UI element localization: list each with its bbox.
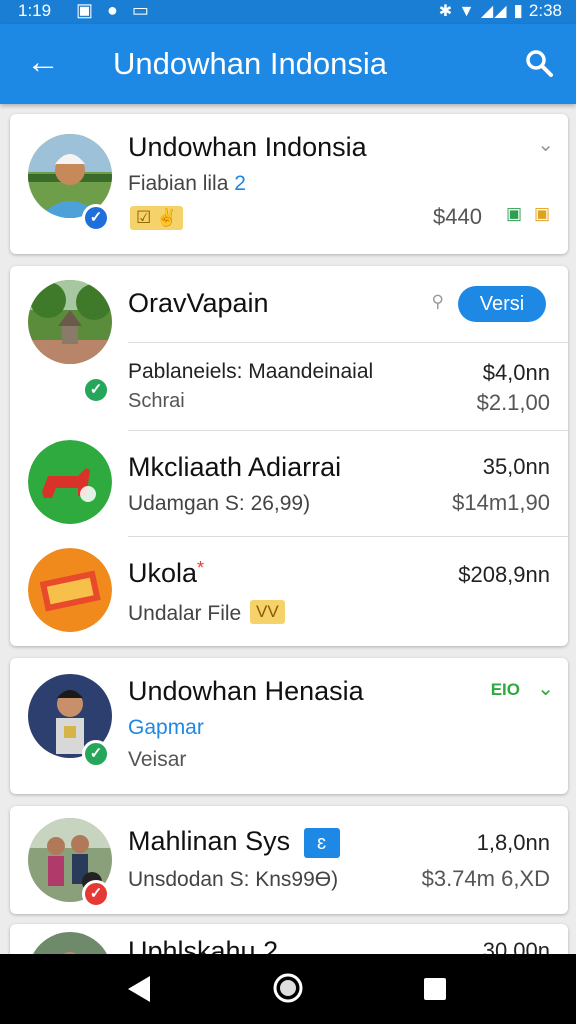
item-subtitle: Fiabian lila 2 (128, 172, 246, 195)
item-subtitle-2: Schrai (128, 390, 185, 412)
avatar (28, 548, 112, 632)
page-title: Undowhan Indonsia (113, 46, 388, 81)
home-circle-icon[interactable] (272, 972, 304, 1004)
recents-square-icon[interactable] (422, 976, 448, 1002)
status-right-time: 2:38 (528, 1, 562, 20)
verified-badge-icon: ✓ (82, 740, 110, 768)
status-time: 1:19 (18, 1, 52, 20)
item-subtitle: Unsdodan S: Kns99Ɵ) (128, 868, 339, 891)
item-subtitle-2: Veisar (128, 748, 187, 771)
back-triangle-icon[interactable] (126, 974, 152, 1004)
avatar (28, 280, 112, 364)
divider (128, 536, 568, 537)
item-price: 35,0nn (482, 454, 550, 479)
item-name: Ukola* (128, 558, 205, 588)
alert-badge-icon: ✓ (82, 880, 110, 908)
verified-badge-icon: ✓ (82, 376, 110, 404)
tag-chip-icon: ☑ ✌ (130, 206, 184, 230)
chevron-down-icon[interactable]: ⌄ (537, 132, 554, 157)
verified-badge-icon: ✓ (82, 204, 110, 232)
divider (128, 430, 568, 431)
chevron-down-icon[interactable]: ⌄ (537, 676, 554, 701)
item-subtitle: Undalar File (128, 602, 242, 625)
item-name: OravVapain (128, 288, 269, 318)
wallet-icon: ▣ (533, 204, 550, 223)
tag-icon: ɛ (303, 827, 340, 858)
item-price: $208,9nn (458, 562, 550, 587)
item-price: $4,0nn (482, 360, 550, 385)
item-name: Undowhan Indonsia (128, 132, 367, 162)
item-subtitle: Gapmar (128, 716, 204, 739)
versi-button[interactable]: Versi (458, 286, 546, 322)
item-subtitle: Udamgan S: 26,99) (128, 492, 311, 515)
item-price-2: $14m1,90 (452, 490, 550, 515)
contact-card-1[interactable]: ✓ Undowhan Indonsia Fiabian lila 2 ☑ ✌ ⌄… (10, 114, 568, 254)
back-arrow-icon[interactable]: ← (26, 42, 60, 82)
signal-icons: ✱ ▼ ◢◢ (438, 3, 508, 20)
item-price: $440 (433, 204, 482, 229)
message-icon: ▭ (131, 0, 149, 20)
system-icons: ✱ ▼ ◢◢ ▮ 2:38 (439, 1, 562, 21)
system-nav-bar (0, 954, 576, 1024)
item-price-2: $3.74m 6,XD (421, 866, 550, 891)
item-name: Mkcliaath Adiarrai (128, 452, 342, 482)
contact-card-3[interactable]: ✓ Undowhan Henasia Gapmar Veisar EIO ⌄ (10, 658, 568, 794)
avatar (28, 440, 112, 524)
item-name: Undowhan Henasia (128, 676, 364, 706)
group-card: ✓ OravVapain ⚲ Versi Pablaneiels: Maande… (10, 266, 568, 646)
card-icon: ▣ (505, 204, 522, 223)
item-price: 1,8,0nn (476, 830, 550, 855)
status-tag: EIO (490, 680, 520, 699)
search-icon[interactable] (524, 48, 554, 78)
battery-icon: ▮ (513, 1, 523, 20)
contact-card-4[interactable]: ✓ Mahlinan Sys ɛ Unsdodan S: Kns99Ɵ) 1,8… (10, 806, 568, 914)
item-subtitle: Pablaneiels: Maandeinaial (128, 360, 374, 383)
item-price-2: $2.1,00 (476, 390, 550, 415)
app-bar: ← Undowhan Indonsia (0, 24, 576, 104)
item-chip: VV (250, 600, 285, 624)
status-bar: 1:19 ▣ ● ▭ ✱ ▼ ◢◢ ▮ 2:38 (0, 0, 576, 24)
search-icon[interactable]: ⚲ (432, 292, 444, 312)
item-name: Mahlinan Sys ɛ (128, 826, 340, 858)
divider (128, 342, 568, 343)
location-icon: ● (107, 0, 118, 20)
notification-icons: ▣ ● ▭ (76, 0, 149, 21)
image-notification-icon: ▣ (76, 0, 94, 20)
